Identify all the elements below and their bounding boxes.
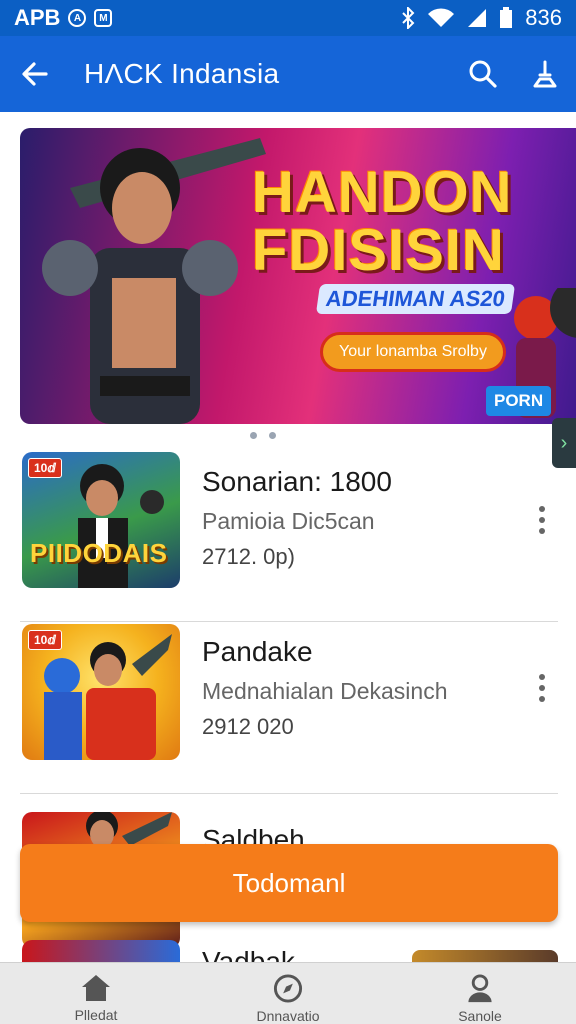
- item-title: Pandake: [202, 636, 313, 667]
- carrier-label: APB: [14, 5, 61, 30]
- back-button[interactable]: [0, 36, 70, 112]
- account-button[interactable]: [514, 36, 576, 112]
- banner-subtitle: ADEHIMAN AS20: [315, 284, 515, 314]
- thumb-logo-text: PIIDODAIS: [30, 538, 168, 568]
- home-icon: [82, 975, 110, 1001]
- clock: 836: [525, 5, 562, 30]
- thumb-badge: 10ⅆ: [28, 630, 62, 650]
- banner-title: HANDON FDISISIN: [252, 164, 513, 280]
- banner-cta-pill[interactable]: Your lonamba Srolby: [320, 332, 506, 372]
- page-title: HΛCK Indansia: [84, 58, 280, 89]
- banner-tag: PORN: [486, 386, 552, 416]
- carousel-dot[interactable]: [269, 432, 276, 439]
- list-item[interactable]: 10ⅆ Pandake Mednahialan Dekasinch 2912 0…: [20, 622, 558, 794]
- carousel-dot[interactable]: [250, 432, 257, 439]
- nav-item-home[interactable]: Plledat: [0, 963, 192, 1024]
- wifi-icon: [428, 8, 455, 27]
- battery-icon: [500, 7, 513, 28]
- chevron-right-icon: ›: [560, 431, 568, 454]
- app-notification-icon: M: [94, 9, 113, 27]
- item-meta: 2912 020: [202, 714, 294, 739]
- item-meta: 2712. 0p): [202, 544, 295, 569]
- profile-icon: [468, 974, 492, 1003]
- nav-label: Dnnavatio: [256, 1008, 320, 1024]
- item-title: Sonarian: 1800: [202, 466, 392, 497]
- banner-title-line2: FDISISIN: [252, 218, 505, 283]
- list-item[interactable]: 10ⅆ PIIDODAIS Sonarian: 1800 Pamioia Dic…: [20, 452, 558, 622]
- banner-title-line1: HANDON: [252, 160, 513, 225]
- item-subtitle: Pamioia Dic5can: [202, 508, 375, 534]
- carousel-indicator: [250, 432, 276, 439]
- primary-action-button[interactable]: Todomanl: [20, 844, 558, 922]
- thumb-badge: 10ⅆ: [28, 458, 62, 478]
- bluetooth-icon: [402, 7, 415, 29]
- search-icon: [469, 60, 497, 88]
- signal-icon: [468, 9, 487, 27]
- nav-label: Sanole: [458, 1008, 502, 1024]
- more-options-button[interactable]: [530, 500, 554, 540]
- item-thumbnail: 10ⅆ PIIDODAIS: [22, 452, 180, 588]
- person-icon: [533, 60, 557, 88]
- item-subtitle: Mednahialan Dekasinch: [202, 678, 448, 704]
- back-arrow-icon: [22, 62, 48, 86]
- hero-artwork-icon: [42, 138, 266, 424]
- promo-banner[interactable]: HANDON FDISISIN ADEHIMAN AS20 Your lonam…: [20, 128, 576, 424]
- nav-label: Plledat: [74, 1007, 118, 1023]
- nav-item-profile[interactable]: Sanole: [384, 963, 576, 1024]
- app-bar: HΛCK Indansia: [0, 36, 576, 112]
- bottom-navigation: Plledat Dnnavatio Sanole: [0, 962, 576, 1024]
- compass-icon: [273, 974, 303, 1003]
- status-bar: APB A M 836: [0, 0, 576, 36]
- notification-icon: A: [68, 9, 87, 27]
- nav-item-discover[interactable]: Dnnavatio: [192, 963, 384, 1024]
- more-options-button[interactable]: [530, 668, 554, 708]
- item-thumbnail: 10ⅆ: [22, 624, 180, 760]
- search-button[interactable]: [452, 36, 514, 112]
